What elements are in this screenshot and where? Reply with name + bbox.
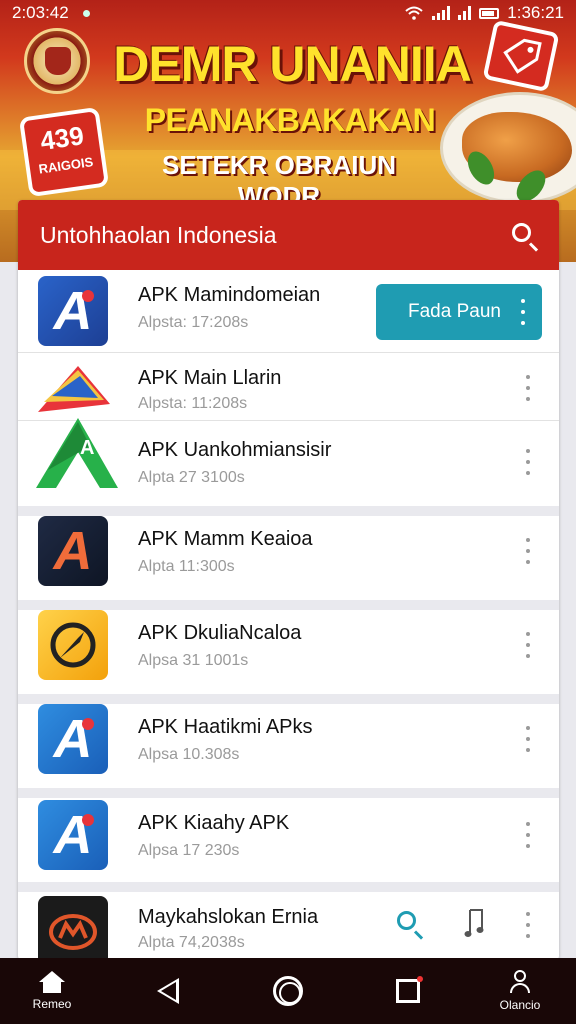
wifi-icon [405, 6, 423, 20]
app-name: APK Haatikmi APks [138, 716, 313, 738]
nav-profile-label: Olancio [499, 998, 541, 1012]
home-circle-icon [273, 976, 303, 1006]
more-vert-icon[interactable] [523, 538, 533, 564]
sticker-left-small: RAIGOIS [37, 154, 95, 177]
home-icon [39, 971, 65, 993]
primary-action-label: Fada Paun [408, 301, 501, 322]
nav-home-label: Remeo [32, 997, 72, 1011]
battery-icon [479, 7, 500, 19]
app-letter-a-icon: A [53, 281, 93, 341]
banner-headline: DEMR UNANIIA [113, 36, 471, 92]
app-row[interactable]: APK DkuliaNcaloa Alpsa 31 1001s [18, 610, 559, 694]
app-letter-a-icon: A [53, 521, 93, 581]
app-name: APK Main Llarin [138, 367, 282, 389]
more-vert-icon[interactable] [518, 299, 528, 325]
app-icon: A [38, 704, 108, 774]
more-vert-icon[interactable] [523, 912, 533, 938]
app-meta: Alpsa 17 230s [138, 842, 240, 859]
nav-recents[interactable] [390, 958, 426, 1024]
app-meta: Alpta 11:300s [138, 558, 235, 575]
status-time-left: 2:03:42 [12, 3, 69, 22]
promo-sticker-left: 439 RAIGOIS [18, 106, 110, 198]
promo-sticker-right [482, 19, 560, 93]
app-icon [38, 896, 108, 960]
nav-home[interactable]: Remeo [24, 958, 80, 1024]
tag-icon [503, 38, 542, 74]
banner-subline: PEANAKBAKAKAN [144, 102, 436, 138]
app-list-card: Untohhaolan Indonesia A APK Mamindomeian… [18, 200, 559, 960]
app-row[interactable]: Maykahslokan Ernia Alpta 74,2038s [18, 892, 559, 960]
crown-logo-icon [49, 914, 97, 950]
app-accent-icon [82, 718, 94, 730]
more-vert-icon[interactable] [523, 449, 533, 475]
recents-icon [396, 976, 423, 1003]
app-row[interactable]: A APK Haatikmi APks Alpsa 10.308s [18, 704, 559, 788]
app-name: APK Mamindomeian [138, 284, 321, 306]
list-title: Untohhaolan Indonesia [40, 221, 277, 248]
status-bar: 2:03:42 1:36:21 [0, 0, 576, 26]
sticker-left-big: 439 [38, 120, 86, 157]
list-gap [18, 600, 559, 610]
list-gap [18, 506, 559, 516]
signal-icon-2 [458, 6, 472, 20]
compass-icon [50, 622, 96, 668]
nav-home-circle[interactable] [268, 958, 308, 1024]
search-button[interactable] [509, 220, 539, 250]
notification-dot-icon [82, 9, 90, 17]
search-icon [512, 223, 531, 242]
list-header: Untohhaolan Indonesia [18, 200, 559, 270]
app-name: APK Kiaahy APK [138, 812, 290, 834]
emblem-logo [24, 28, 90, 94]
app-name: APK DkuliaNcaloa [138, 622, 302, 644]
nav-profile[interactable]: Olancio [492, 958, 548, 1024]
more-vert-icon[interactable] [523, 375, 533, 401]
app-row[interactable]: A APK Kiaahy APK Alpsa 17 230s [18, 798, 559, 882]
more-vert-icon[interactable] [523, 726, 533, 752]
badge-dot-icon [417, 976, 423, 982]
app-accent-icon [82, 290, 94, 302]
list-gap [18, 788, 559, 798]
app-icon: A [38, 276, 108, 346]
app-row[interactable]: A APK Mamindomeian Alpsta: 17:208s Fada … [18, 270, 559, 354]
app-row[interactable]: A APK Mamm Keaioa Alpta 11:300s [18, 516, 559, 600]
app-icon: A [38, 800, 108, 870]
app-meta: Alpsta: 11:208s [138, 395, 248, 412]
app-meta: Alpsta: 17:208s [138, 314, 249, 331]
app-meta: Alpta 74,2038s [138, 934, 245, 951]
status-time-right: 1:36:21 [507, 3, 564, 22]
back-icon [157, 978, 179, 1004]
list-gap [18, 882, 559, 892]
more-vert-icon[interactable] [523, 822, 533, 848]
app-letter-a-icon: A [53, 805, 93, 865]
nav-back[interactable] [148, 958, 188, 1024]
primary-action-button[interactable]: Fada Paun [376, 284, 542, 340]
app-icon [38, 610, 108, 680]
profile-icon [509, 970, 531, 994]
svg-text:A: A [80, 437, 94, 459]
app-meta: Alpta 27 3100s [138, 469, 245, 486]
search-button[interactable] [394, 908, 424, 938]
bottom-navigation-bar: Remeo Olancio [0, 958, 576, 1024]
app-name: Maykahslokan Ernia [138, 906, 319, 928]
app-name: APK Uankohmiansisir [138, 439, 332, 461]
list-gap [18, 694, 559, 704]
app-icon: A [38, 516, 108, 586]
music-note-icon[interactable] [464, 908, 486, 938]
app-letter-a-icon: A [53, 709, 93, 769]
more-vert-icon[interactable] [523, 632, 533, 658]
app-meta: Alpsa 31 1001s [138, 652, 249, 669]
search-icon [397, 911, 416, 930]
app-name: APK Mamm Keaioa [138, 528, 313, 550]
app-icon-multicolor-a: A [36, 366, 118, 488]
signal-icon [432, 6, 451, 20]
app-accent-icon [82, 814, 94, 826]
app-meta: Alpsa 10.308s [138, 746, 240, 763]
